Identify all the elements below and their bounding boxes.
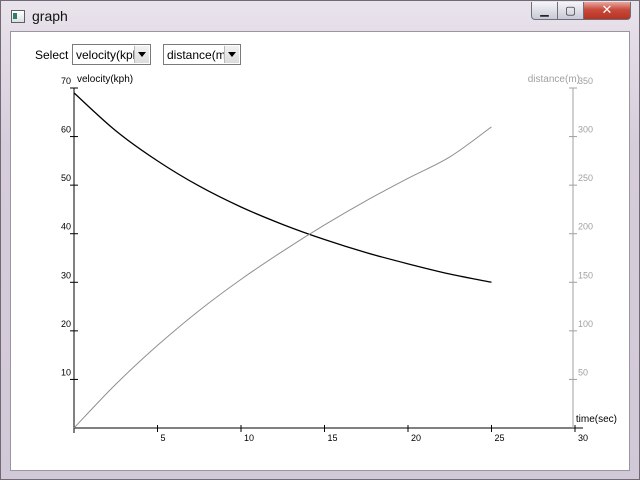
y2-tick-label: 200 xyxy=(578,222,593,232)
chart-series xyxy=(73,92,492,429)
chart-axes: 10 20 30 40 50 60 70 50 100 150 200 250 300 350 5 10 15 2… xyxy=(61,76,593,443)
app-window: graph ▁ ▢ ✕ Select velocity(kph) distanc… xyxy=(0,0,640,480)
y2-tick-label: 100 xyxy=(578,319,593,329)
x-tick-label: 15 xyxy=(328,433,338,443)
y2-axis-label: distance(m) xyxy=(528,74,580,85)
y-tick-label: 60 xyxy=(61,125,71,135)
x-tick-label: 10 xyxy=(244,433,254,443)
minimize-button[interactable]: ▁ xyxy=(531,2,558,20)
app-icon xyxy=(11,10,25,23)
x-axis-label: time(sec) xyxy=(576,414,617,425)
y2-tick-label: 300 xyxy=(578,125,593,135)
x-tick-label: 5 xyxy=(161,433,166,443)
y2-tick-label: 50 xyxy=(578,367,588,377)
y2-tick-label: 150 xyxy=(578,270,593,280)
x-tick-label: 25 xyxy=(495,433,505,443)
x-tick-label: 20 xyxy=(411,433,421,443)
maximize-icon: ▢ xyxy=(565,4,576,17)
y2-tick-label: 250 xyxy=(578,173,593,183)
client-area: Select velocity(kph) distance(m) 1020304… xyxy=(10,31,630,471)
y-tick-label: 20 xyxy=(61,319,71,329)
title-bar[interactable]: graph ▁ ▢ ✕ xyxy=(1,1,639,31)
maximize-button[interactable]: ▢ xyxy=(557,2,584,20)
close-icon: ✕ xyxy=(601,3,613,18)
y-tick-label: 10 xyxy=(61,367,71,377)
y2-tick-label: 350 xyxy=(578,76,593,86)
series-line-velocity xyxy=(73,92,492,283)
y-tick-label: 30 xyxy=(61,270,71,280)
y-tick-label: 40 xyxy=(61,222,71,232)
x-tick-label: 30 xyxy=(578,433,588,443)
y-tick-label: 70 xyxy=(61,76,71,86)
close-button[interactable]: ✕ xyxy=(583,2,631,20)
y-axis-label: velocity(kph) xyxy=(77,74,133,85)
y-tick-label: 50 xyxy=(61,173,71,183)
series-line-distance xyxy=(73,126,492,429)
minimize-icon: ▁ xyxy=(540,4,549,17)
window-title: graph xyxy=(32,8,68,24)
chart: 10 20 30 40 50 60 70 50 100 150 200 250 300 350 5 10 15 2… xyxy=(61,74,617,443)
